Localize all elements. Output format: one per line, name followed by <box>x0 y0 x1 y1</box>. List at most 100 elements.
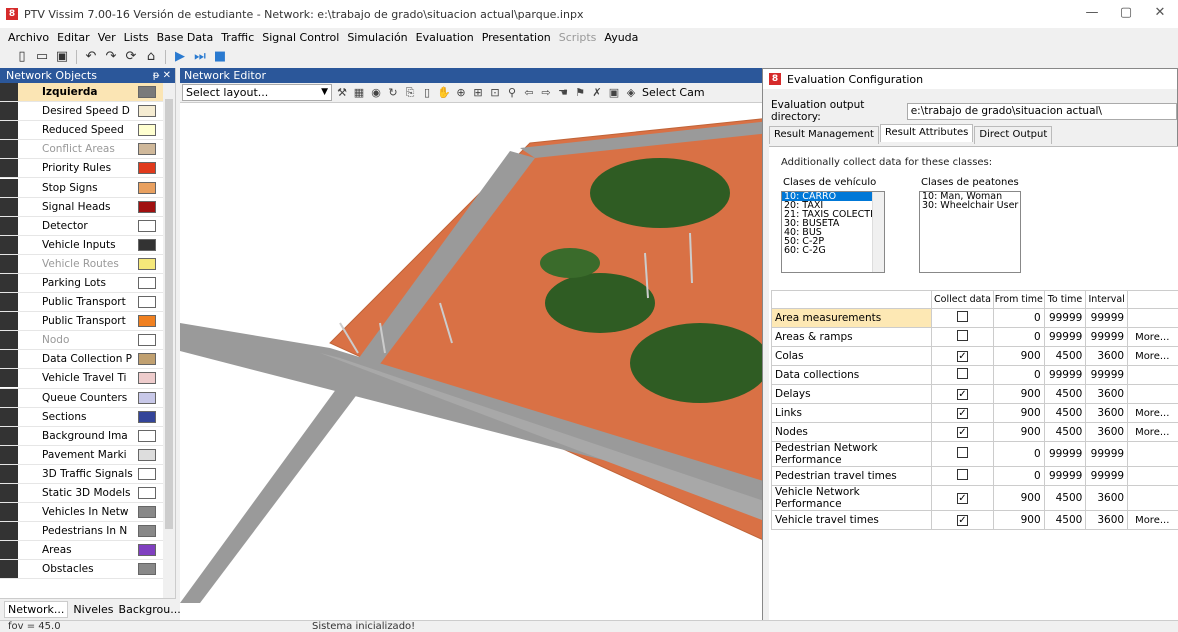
to-time-cell[interactable]: 99999 <box>1043 466 1087 486</box>
network-object-row[interactable]: Public Transport <box>0 312 164 332</box>
menu-base-data[interactable]: Base Data <box>157 31 214 44</box>
collect-data-checkbox[interactable]: ✓ <box>957 389 968 400</box>
rotate-view-icon[interactable]: ⟳ <box>121 48 141 66</box>
network-object-row[interactable]: 3D Traffic Signals <box>0 464 164 484</box>
network-object-row[interactable]: Background Ima <box>0 426 164 446</box>
zoom-in-icon[interactable]: ⊡ <box>488 86 502 100</box>
interval-time-cell[interactable]: 99999 <box>1085 365 1129 385</box>
network-object-row[interactable]: Stop Signs <box>0 178 164 198</box>
no-walk-icon[interactable]: ✗ <box>590 86 604 100</box>
network-object-row[interactable]: Vehicles In Netw <box>0 503 164 523</box>
rotate-icon[interactable]: ↻ <box>386 86 400 100</box>
panel-pin-close-icon[interactable]: ᵽ ✕ <box>153 68 171 83</box>
menu-traffic[interactable]: Traffic <box>221 31 254 44</box>
color-swatch[interactable] <box>138 353 156 366</box>
from-time-cell[interactable]: 900 <box>993 422 1045 442</box>
row-name[interactable]: Links <box>771 403 932 423</box>
color-swatch[interactable] <box>138 525 156 538</box>
more-button[interactable]: More... <box>1131 330 1173 345</box>
interval-time-cell[interactable]: 3600 <box>1085 510 1129 530</box>
to-time-cell[interactable]: 99999 <box>1043 441 1087 467</box>
network-object-row[interactable]: Parking Lots <box>0 273 164 294</box>
camera-select[interactable]: Select Cam <box>642 86 705 99</box>
output-directory-field[interactable]: e:\trabajo de grado\situacion actual\ <box>906 102 1177 120</box>
menu-signal-control[interactable]: Signal Control <box>262 31 339 44</box>
network-object-row[interactable]: Reduced Speed <box>0 121 164 141</box>
collect-data-checkbox[interactable]: ✓ <box>957 515 968 526</box>
network-object-row[interactable]: Nodo <box>0 331 164 351</box>
scroll-thumb[interactable] <box>165 99 173 529</box>
network-object-row[interactable]: Data Collection P <box>0 350 164 370</box>
interval-time-cell[interactable]: 3600 <box>1085 422 1129 442</box>
to-time-cell[interactable]: 4500 <box>1043 384 1087 404</box>
3d-view-icon[interactable]: ▣ <box>607 86 621 100</box>
interval-time-cell[interactable]: 99999 <box>1085 308 1129 328</box>
interval-time-cell[interactable]: 3600 <box>1085 346 1129 366</box>
stop-icon[interactable]: ■ <box>210 48 230 66</box>
row-name[interactable]: Colas <box>771 346 932 366</box>
row-name[interactable]: Vehicle travel times <box>771 510 932 530</box>
zoom-icon[interactable]: ⚲ <box>505 86 519 100</box>
menu-simulacion[interactable]: Simulación <box>347 31 407 44</box>
row-name[interactable]: Data collections <box>771 365 932 385</box>
to-time-cell[interactable]: 99999 <box>1043 327 1087 347</box>
zoom-all-icon[interactable]: ⊞ <box>471 86 485 100</box>
close-button[interactable]: ✕ <box>1140 0 1178 28</box>
network-object-row[interactable]: Detector <box>0 216 164 236</box>
color-swatch[interactable] <box>138 257 156 270</box>
row-name[interactable]: Delays <box>771 384 932 404</box>
layout-select[interactable]: Select layout... ▼ <box>182 84 332 101</box>
wrench-icon[interactable]: ⚒ <box>335 86 349 100</box>
from-time-cell[interactable]: 0 <box>993 365 1045 385</box>
row-name[interactable]: Areas & ramps <box>771 327 932 347</box>
redo-icon[interactable]: ↷ <box>101 48 121 66</box>
back-icon[interactable]: ⇦ <box>522 86 536 100</box>
from-time-cell[interactable]: 900 <box>993 384 1045 404</box>
color-swatch[interactable] <box>138 391 156 404</box>
interval-time-cell[interactable]: 99999 <box>1085 327 1129 347</box>
color-swatch[interactable] <box>138 296 156 309</box>
menu-lists[interactable]: Lists <box>124 31 149 44</box>
from-time-cell[interactable]: 0 <box>993 308 1045 328</box>
collect-data-checkbox[interactable]: ✓ <box>957 493 968 504</box>
row-name[interactable]: Pedestrian Network Performance <box>771 441 932 467</box>
network-object-row[interactable]: Pedestrians In N <box>0 522 164 542</box>
from-time-cell[interactable]: 900 <box>993 403 1045 423</box>
vehicle-classes-list[interactable]: 10: CARRO 20: TAXI 21: TAXIS COLECTI 30: BU… <box>781 191 885 273</box>
color-swatch[interactable] <box>138 372 156 385</box>
pedestrian-classes-list[interactable]: 10: Man, Woman 30: Wheelchair User <box>919 191 1021 273</box>
menu-archivo[interactable]: Archivo <box>8 31 49 44</box>
color-swatch[interactable] <box>138 162 156 175</box>
network-object-row[interactable]: Izquierda <box>0 83 164 103</box>
network-object-row[interactable]: Desired Speed D <box>0 102 164 122</box>
copy-icon[interactable]: ⎘ <box>403 86 417 100</box>
color-swatch[interactable] <box>138 181 156 194</box>
new-file-icon[interactable]: ▯ <box>12 48 32 66</box>
menu-scripts[interactable]: Scripts <box>559 31 597 44</box>
row-name[interactable]: Nodes <box>771 422 932 442</box>
tab-result-management[interactable]: Result Management <box>769 126 879 144</box>
color-swatch[interactable] <box>138 238 156 251</box>
from-time-cell[interactable]: 900 <box>993 346 1045 366</box>
color-swatch[interactable] <box>138 276 156 289</box>
row-name[interactable]: Area measurements <box>771 308 932 328</box>
network-object-row[interactable]: Areas <box>0 541 164 561</box>
to-time-cell[interactable]: 4500 <box>1043 422 1087 442</box>
collect-data-checkbox[interactable] <box>957 330 968 341</box>
to-time-cell[interactable]: 4500 <box>1043 510 1087 530</box>
zoom-rect-icon[interactable]: ⊕ <box>454 86 468 100</box>
open-folder-icon[interactable]: ▭ <box>32 48 52 66</box>
3d-toggle-icon[interactable]: ◈ <box>624 86 638 100</box>
to-time-cell[interactable]: 4500 <box>1043 403 1087 423</box>
menu-ver[interactable]: Ver <box>98 31 116 44</box>
color-swatch[interactable] <box>138 563 156 576</box>
network-object-row[interactable]: Vehicle Routes <box>0 254 164 274</box>
collect-data-checkbox[interactable]: ✓ <box>957 351 968 362</box>
menu-editar[interactable]: Editar <box>57 31 90 44</box>
more-button[interactable]: More... <box>1131 425 1173 440</box>
network-3d-view[interactable] <box>180 103 770 620</box>
collect-data-checkbox[interactable] <box>957 447 968 458</box>
network-object-row[interactable]: Vehicle Inputs <box>0 235 164 255</box>
color-swatch[interactable] <box>138 124 156 137</box>
from-time-cell[interactable]: 0 <box>993 327 1045 347</box>
